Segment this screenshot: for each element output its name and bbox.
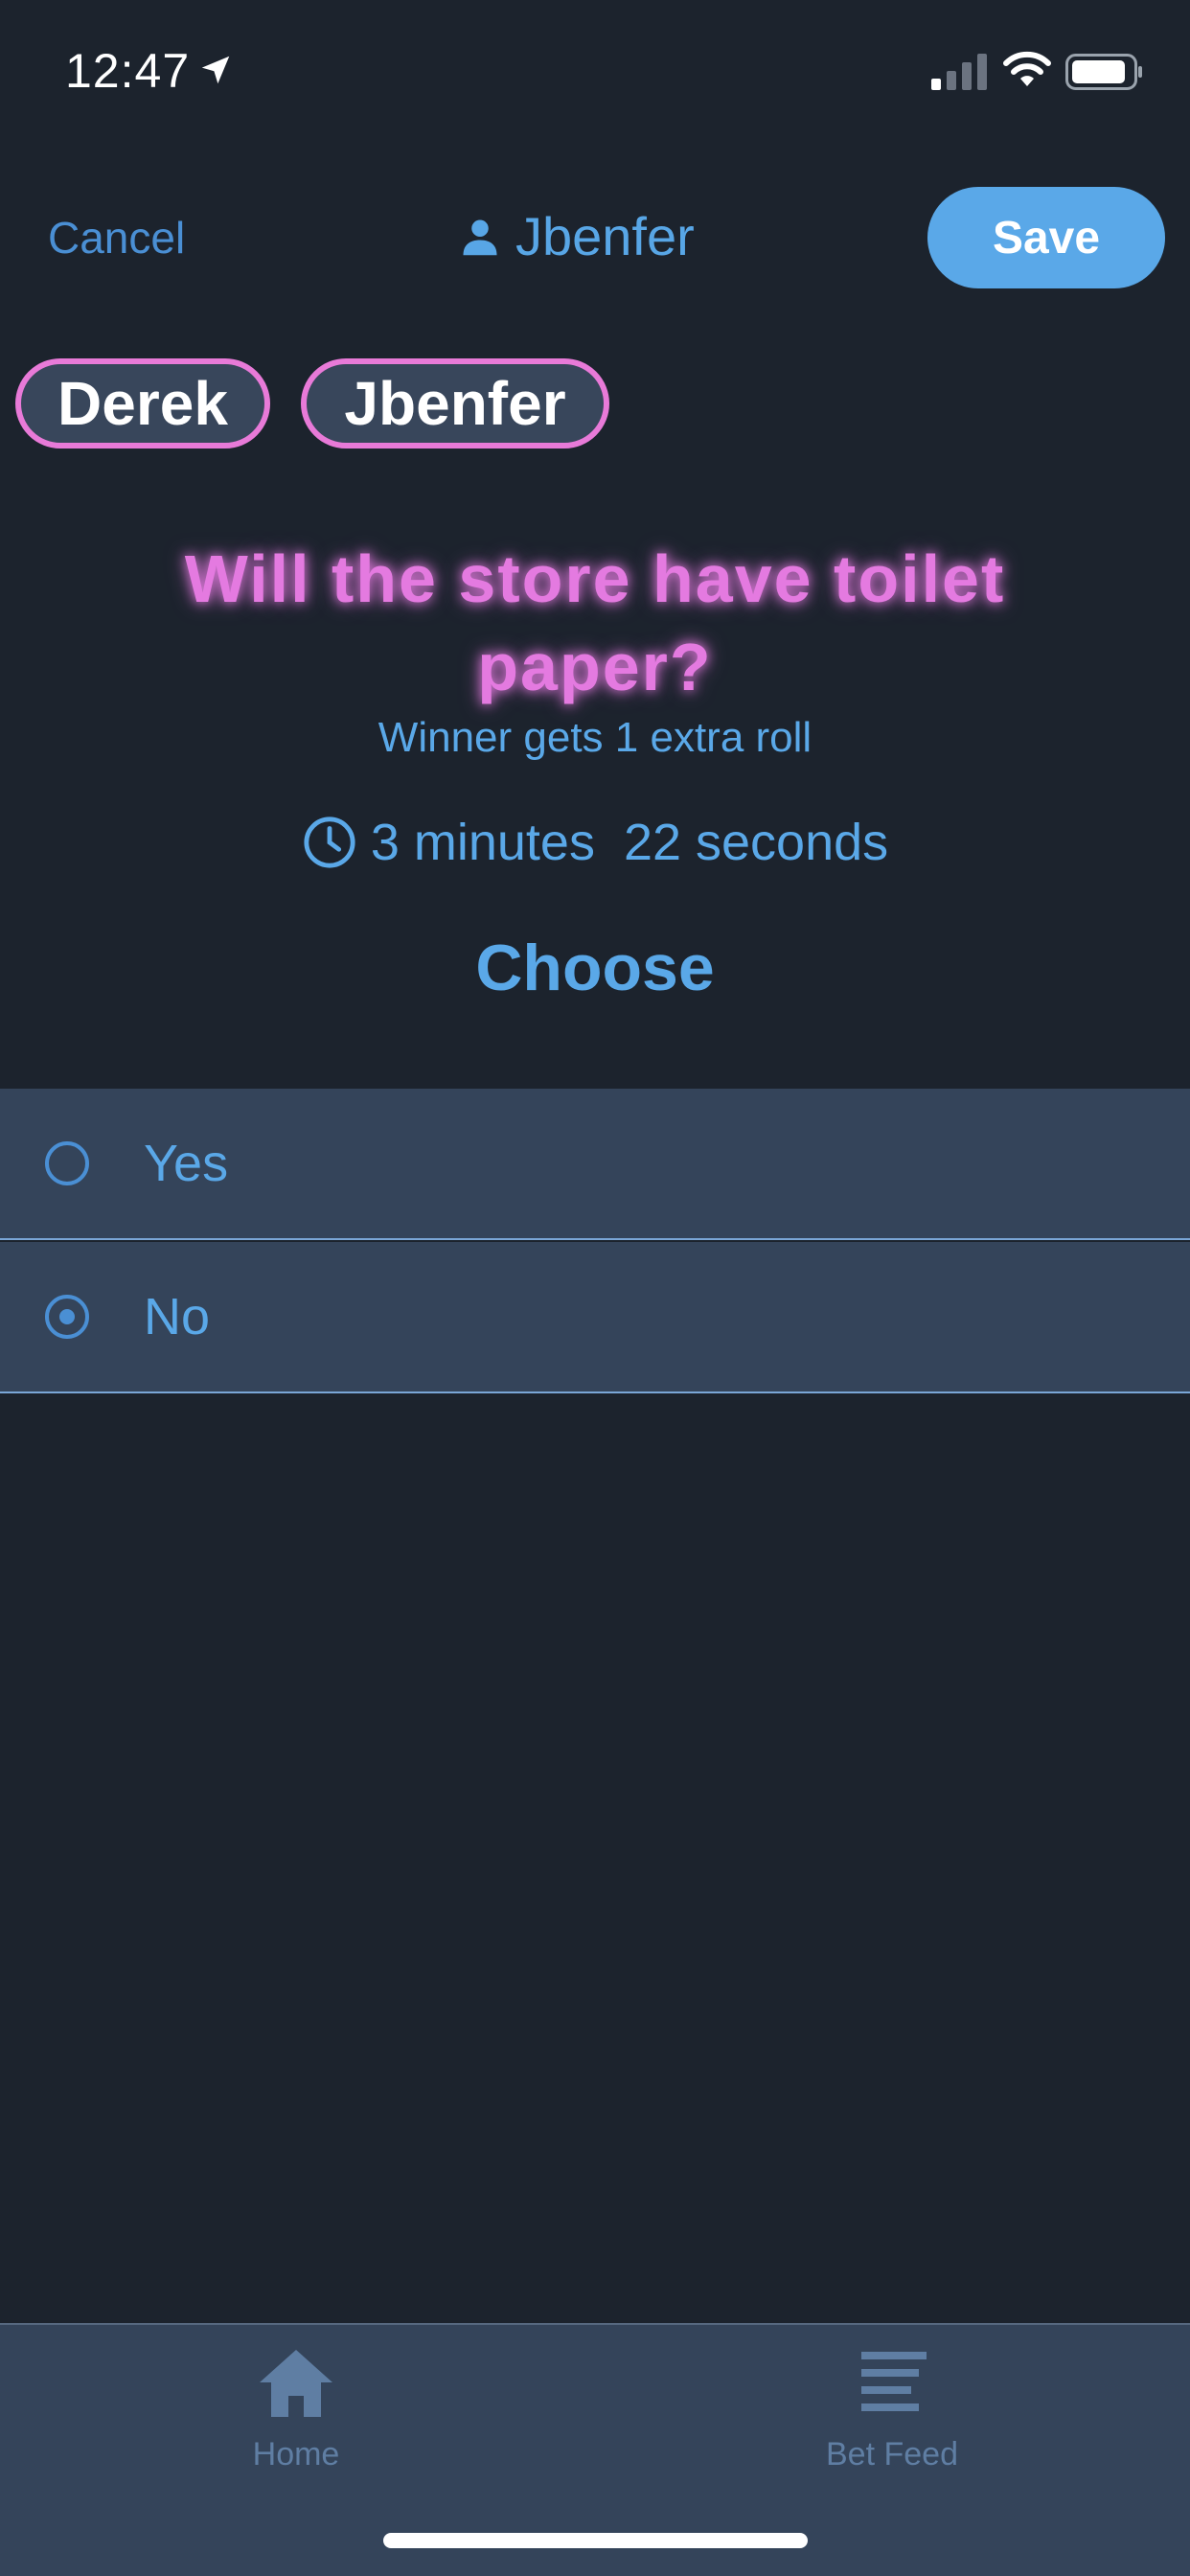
user-icon [463, 219, 497, 256]
bet-subtitle: Winner gets 1 extra roll [378, 714, 812, 761]
user-name: Jbenfer [515, 206, 695, 266]
feed-icon [861, 2352, 927, 2411]
tab-bet-feed[interactable]: Bet Feed [748, 2346, 1036, 2473]
option-label: Yes [144, 1135, 229, 1192]
choose-heading: Choose [475, 932, 715, 1004]
signal-icon [931, 54, 987, 90]
battery-icon [1065, 54, 1142, 90]
user-header: Jbenfer [460, 203, 695, 270]
location-arrow-icon [201, 56, 230, 84]
timer-text: 3 minutes 22 seconds [370, 814, 889, 871]
status-time: 12:47 [65, 44, 191, 98]
save-button[interactable]: Save [927, 187, 1165, 288]
tab-home[interactable]: Home [152, 2346, 440, 2473]
bet-question: Will the store have toilet paper? [184, 541, 1006, 704]
wifi-icon [1003, 51, 1051, 86]
tab-label: Bet Feed [826, 2436, 958, 2472]
tab-label: Home [252, 2436, 340, 2472]
cancel-button[interactable]: Cancel [48, 211, 185, 264]
radio-selected-icon[interactable] [44, 1294, 90, 1340]
home-indicator[interactable] [383, 2533, 808, 2548]
radio-unselected-icon[interactable] [44, 1140, 90, 1186]
participant-chip-jbenfer[interactable]: Jbenfer [301, 358, 609, 448]
option-yes[interactable]: Yes [0, 1089, 1190, 1240]
bet-timer: 3 minutes 22 seconds [0, 809, 1190, 876]
clock-icon [304, 816, 355, 868]
participant-chip-derek[interactable]: Derek [15, 358, 270, 448]
option-no[interactable]: No [0, 1242, 1190, 1393]
option-label: No [144, 1288, 211, 1346]
home-icon [260, 2350, 332, 2417]
